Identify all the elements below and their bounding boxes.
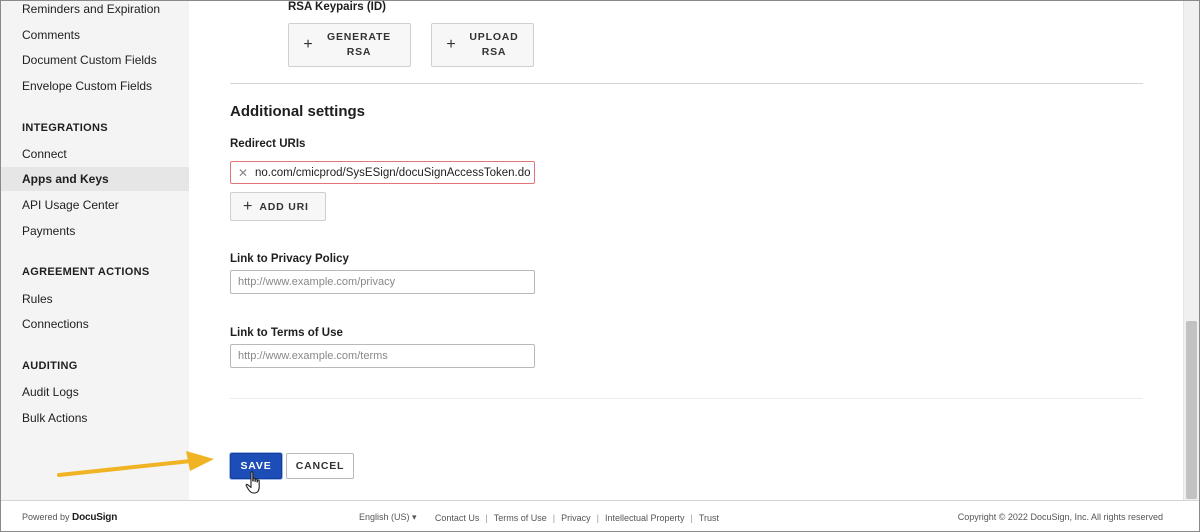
sidebar-section-integrations: INTEGRATIONS xyxy=(22,122,108,134)
footer-link-contact-us[interactable]: Contact Us xyxy=(435,513,480,523)
plus-icon: + xyxy=(303,36,313,53)
pointer-hand-icon xyxy=(245,471,260,494)
sidebar-item-payments[interactable]: Payments xyxy=(22,224,75,238)
sidebar-item-document-custom-fields[interactable]: Document Custom Fields xyxy=(22,53,157,67)
footer-link-terms-of-use[interactable]: Terms of Use xyxy=(494,513,547,523)
sidebar-item-connections[interactable]: Connections xyxy=(22,317,89,331)
generate-rsa-label: GENERATE RSA xyxy=(327,31,391,58)
sidebar-item-bulk-actions[interactable]: Bulk Actions xyxy=(22,411,87,425)
powered-by: Powered by DocuSign xyxy=(22,512,117,523)
upload-rsa-button[interactable]: + UPLOAD RSA xyxy=(431,23,534,67)
add-uri-button[interactable]: + ADD URI xyxy=(230,192,326,221)
copyright-text: Copyright © 2022 DocuSign, Inc. All righ… xyxy=(957,512,1163,522)
privacy-policy-input[interactable] xyxy=(230,270,535,294)
annotation-arrow-icon xyxy=(57,451,214,477)
sidebar-item-comments[interactable]: Comments xyxy=(22,28,80,42)
sidebar-item-reminders[interactable]: Reminders and Expiration xyxy=(22,2,160,16)
sidebar-section-agreement-actions: AGREEMENT ACTIONS xyxy=(22,266,150,278)
terms-of-use-input[interactable] xyxy=(230,344,535,368)
section-divider xyxy=(230,83,1143,84)
redirect-uris-label: Redirect URIs xyxy=(230,138,306,150)
redirect-uri-value: no.com/cmicprod/SysESign/docuSignAccessT… xyxy=(255,166,531,179)
main-content: RSA Keypairs (ID) + GENERATE RSA + UPLOA… xyxy=(189,1,1199,500)
footer-link-privacy[interactable]: Privacy xyxy=(561,513,591,523)
upload-rsa-label: UPLOAD RSA xyxy=(469,31,519,58)
scrollbar-thumb[interactable] xyxy=(1186,321,1197,499)
cancel-button[interactable]: CANCEL xyxy=(286,453,354,479)
add-uri-label: ADD URI xyxy=(259,200,309,213)
additional-settings-title: Additional settings xyxy=(230,103,365,120)
plus-icon: + xyxy=(243,197,253,215)
close-icon[interactable]: ✕ xyxy=(231,166,255,180)
docusign-logo[interactable]: DocuSign xyxy=(72,512,117,523)
footer-link-intellectual-property[interactable]: Intellectual Property xyxy=(605,513,685,523)
generate-rsa-button[interactable]: + GENERATE RSA xyxy=(288,23,411,67)
powered-by-text: Powered by xyxy=(22,512,70,522)
sidebar-item-audit-logs[interactable]: Audit Logs xyxy=(22,385,79,399)
sidebar-item-envelope-custom-fields[interactable]: Envelope Custom Fields xyxy=(22,79,152,93)
terms-of-use-label: Link to Terms of Use xyxy=(230,327,343,339)
sidebar-item-api-usage-center[interactable]: API Usage Center xyxy=(22,198,119,212)
sidebar-item-connect[interactable]: Connect xyxy=(22,147,67,161)
sidebar-item-apps-and-keys[interactable]: Apps and Keys xyxy=(22,172,109,186)
footer-separator: | xyxy=(596,512,599,523)
sidebar-item-rules[interactable]: Rules xyxy=(22,292,53,306)
rsa-keypairs-heading: RSA Keypairs (ID) xyxy=(288,1,386,13)
footer-link-trust[interactable]: Trust xyxy=(699,513,719,523)
footer-separator: | xyxy=(485,512,488,523)
sidebar: Reminders and Expiration Comments Docume… xyxy=(1,1,189,500)
privacy-policy-label: Link to Privacy Policy xyxy=(230,253,349,265)
footer: Powered by DocuSign English (US) ▾ | Con… xyxy=(1,500,1199,531)
app-window: Reminders and Expiration Comments Docume… xyxy=(0,0,1200,532)
footer-links: English (US) ▾ | Contact Us | Terms of U… xyxy=(359,512,719,523)
language-selector[interactable]: English (US) ▾ xyxy=(359,512,417,523)
footer-separator: | xyxy=(552,512,556,523)
redirect-uri-field[interactable]: ✕ no.com/cmicprod/SysESign/docuSignAcces… xyxy=(230,161,535,184)
footer-separator: | xyxy=(690,512,693,523)
sidebar-section-auditing: AUDITING xyxy=(22,360,78,372)
plus-icon: + xyxy=(446,36,456,53)
section-divider-bottom xyxy=(230,398,1143,399)
